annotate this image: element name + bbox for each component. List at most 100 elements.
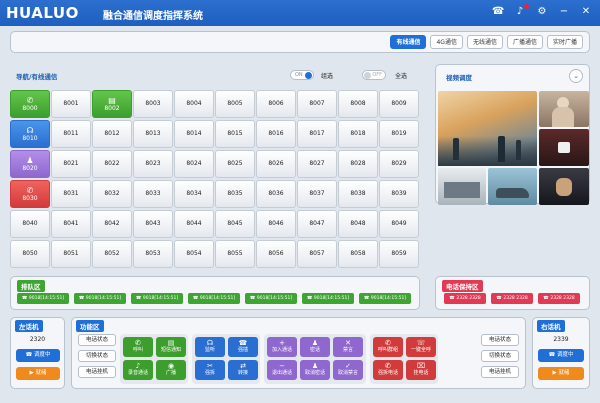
extension-8014[interactable]: 8014 xyxy=(174,120,214,148)
bell-icon[interactable]: ♪ xyxy=(514,4,529,18)
queue-item[interactable]: ☎ 9018[14:15:51] xyxy=(131,293,183,304)
extension-8044[interactable]: 8044 xyxy=(174,210,214,238)
hold-item[interactable]: ☎ 2328 2328 xyxy=(444,293,486,304)
extension-8003[interactable]: 8003 xyxy=(133,90,173,118)
func-left-buttons-0[interactable]: 电话状态 xyxy=(78,334,116,346)
extension-8032[interactable]: 8032 xyxy=(92,180,132,208)
minimize-icon[interactable]: − xyxy=(558,6,570,18)
gear-icon[interactable]: ⚙ xyxy=(536,6,548,18)
queue-item[interactable]: ☎ 9018[14:15:51] xyxy=(74,293,126,304)
extension-8049[interactable]: 8049 xyxy=(379,210,419,238)
extension-8002[interactable]: ▤ 8002 xyxy=(92,90,132,118)
group-select-toggle[interactable]: ON xyxy=(290,70,314,80)
extension-8058[interactable]: 8058 xyxy=(338,240,378,268)
extension-8000[interactable]: ✆ 8000 xyxy=(10,90,50,118)
extension-8037[interactable]: 8037 xyxy=(297,180,337,208)
video-feed-main[interactable] xyxy=(438,91,537,166)
func-right-buttons-0[interactable]: 电话状态 xyxy=(481,334,519,346)
extension-8011[interactable]: 8011 xyxy=(51,120,91,148)
extension-8007[interactable]: 8007 xyxy=(297,90,337,118)
extension-8042[interactable]: 8042 xyxy=(92,210,132,238)
extension-8033[interactable]: 8033 xyxy=(133,180,173,208)
extension-8048[interactable]: 8048 xyxy=(338,210,378,238)
func-button-blue_group-2[interactable]: ✂ 强拆 xyxy=(195,360,225,380)
extension-8038[interactable]: 8038 xyxy=(338,180,378,208)
tab-0[interactable]: 有线通信 xyxy=(390,35,427,49)
func-button-purple_group-2[interactable]: ✕ 禁言 xyxy=(333,337,363,357)
extension-8059[interactable]: 8059 xyxy=(379,240,419,268)
func-left-buttons-2[interactable]: 电话挂机 xyxy=(78,366,116,378)
extension-8001[interactable]: 8001 xyxy=(51,90,91,118)
extension-8010[interactable]: ☊ 8010 xyxy=(10,120,50,148)
extension-8054[interactable]: 8054 xyxy=(174,240,214,268)
extension-8031[interactable]: 8031 xyxy=(51,180,91,208)
extension-8057[interactable]: 8057 xyxy=(297,240,337,268)
queue-item[interactable]: ☎ 9018[14:15:51] xyxy=(359,293,411,304)
extension-8050[interactable]: 8050 xyxy=(10,240,50,268)
left-phone-ready-button[interactable]: ▶ 就绪 xyxy=(16,367,60,380)
queue-item[interactable]: ☎ 9018[14:15:51] xyxy=(188,293,240,304)
right-phone-dispatch-button[interactable]: ☎ 调度中 xyxy=(538,349,584,362)
extension-8041[interactable]: 8041 xyxy=(51,210,91,238)
extension-8018[interactable]: 8018 xyxy=(338,120,378,148)
chevron-down-icon[interactable]: ⌄ xyxy=(569,69,583,83)
left-phone-dispatch-button[interactable]: ☎ 调度中 xyxy=(16,349,60,362)
extension-8005[interactable]: 8005 xyxy=(215,90,255,118)
extension-8012[interactable]: 8012 xyxy=(92,120,132,148)
extension-8030[interactable]: ✆ 8030 xyxy=(10,180,50,208)
hold-item[interactable]: ☎ 2328 2328 xyxy=(538,293,580,304)
right-phone-ready-button[interactable]: ▶ 就绪 xyxy=(538,367,584,380)
extension-8021[interactable]: 8021 xyxy=(51,150,91,178)
extension-8017[interactable]: 8017 xyxy=(297,120,337,148)
extension-8039[interactable]: 8039 xyxy=(379,180,419,208)
extension-8056[interactable]: 8056 xyxy=(256,240,296,268)
extension-8055[interactable]: 8055 xyxy=(215,240,255,268)
extension-8040[interactable]: 8040 xyxy=(10,210,50,238)
video-feed-2[interactable] xyxy=(539,91,589,127)
extension-8025[interactable]: 8025 xyxy=(215,150,255,178)
extension-8029[interactable]: 8029 xyxy=(379,150,419,178)
extension-8047[interactable]: 8047 xyxy=(297,210,337,238)
func-button-purple_group-5[interactable]: ✓ 取消禁言 xyxy=(333,360,363,380)
extension-8046[interactable]: 8046 xyxy=(256,210,296,238)
func-button-red_group-2[interactable]: ✆ 强拆电话 xyxy=(373,360,403,380)
extension-8045[interactable]: 8045 xyxy=(215,210,255,238)
extension-8015[interactable]: 8015 xyxy=(215,120,255,148)
video-feed-6[interactable] xyxy=(539,168,589,205)
extension-8026[interactable]: 8026 xyxy=(256,150,296,178)
extension-8024[interactable]: 8024 xyxy=(174,150,214,178)
func-button-blue_group-1[interactable]: ☎ 强插 xyxy=(228,337,258,357)
extension-8043[interactable]: 8043 xyxy=(133,210,173,238)
func-button-red_group-0[interactable]: ✆ 呼叫群组 xyxy=(373,337,403,357)
func-button-purple_group-0[interactable]: + 加入通话 xyxy=(267,337,297,357)
extension-8053[interactable]: 8053 xyxy=(133,240,173,268)
extension-8019[interactable]: 8019 xyxy=(379,120,419,148)
extension-8016[interactable]: 8016 xyxy=(256,120,296,148)
video-feed-3[interactable] xyxy=(539,129,589,166)
extension-8035[interactable]: 8035 xyxy=(215,180,255,208)
func-button-red_group-1[interactable]: ☏ 一键全呼 xyxy=(406,337,436,357)
tab-4[interactable]: 实时广播 xyxy=(546,35,583,49)
extension-8013[interactable]: 8013 xyxy=(133,120,173,148)
func-button-green_group-0[interactable]: ✆ 呼叫 xyxy=(123,337,153,357)
extension-8008[interactable]: 8008 xyxy=(338,90,378,118)
extension-8052[interactable]: 8052 xyxy=(92,240,132,268)
tab-3[interactable]: 广播通信 xyxy=(506,35,543,49)
func-button-purple_group-3[interactable]: − 退出通话 xyxy=(267,360,297,380)
extension-8004[interactable]: 8004 xyxy=(174,90,214,118)
extension-8028[interactable]: 8028 xyxy=(338,150,378,178)
extension-8023[interactable]: 8023 xyxy=(133,150,173,178)
func-button-blue_group-3[interactable]: ⇄ 转接 xyxy=(228,360,258,380)
tab-2[interactable]: 无线通信 xyxy=(466,35,503,49)
close-icon[interactable]: ✕ xyxy=(580,6,592,18)
extension-8036[interactable]: 8036 xyxy=(256,180,296,208)
func-button-red_group-3[interactable]: ⌧ 挂电话 xyxy=(406,360,436,380)
extension-8009[interactable]: 8009 xyxy=(379,90,419,118)
extension-8027[interactable]: 8027 xyxy=(297,150,337,178)
extension-8022[interactable]: 8022 xyxy=(92,150,132,178)
hold-item[interactable]: ☎ 2328 2328 xyxy=(491,293,533,304)
extension-8051[interactable]: 8051 xyxy=(51,240,91,268)
queue-item[interactable]: ☎ 9018[14:15:51] xyxy=(302,293,354,304)
queue-item[interactable]: ☎ 9018[14:15:51] xyxy=(17,293,69,304)
func-button-purple_group-4[interactable]: ♟ 取消密话 xyxy=(300,360,330,380)
